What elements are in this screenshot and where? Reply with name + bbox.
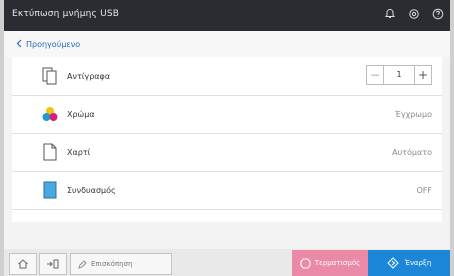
paper-label: Χαρτί (67, 148, 91, 157)
color-icon (41, 105, 59, 123)
bell-icon[interactable] (380, 4, 400, 24)
copies-label: Αντίγραφα (67, 72, 111, 81)
setting-row-combine[interactable]: Συνδυασμός OFF (12, 171, 442, 210)
touch-screen: Εκτύπωση μνήμης USB Προηγούμενο Αντίγραφ… (4, 0, 450, 276)
copies-value[interactable]: 1 (384, 65, 414, 85)
bottom-bar: Επισκόπηση Τερματισμός Έναρξη (4, 249, 450, 276)
preview-label: Επισκόπηση (91, 260, 133, 268)
back-button[interactable]: Προηγούμενο (4, 31, 450, 57)
stop-button[interactable]: Τερματισμός (292, 250, 368, 276)
combine-label: Συνδυασμός (67, 186, 116, 195)
combine-value: OFF (416, 186, 433, 195)
setting-row-copies[interactable]: Αντίγραφα − 1 + (12, 57, 442, 96)
start-label: Έναρξη (404, 259, 432, 267)
job-list-button[interactable] (39, 253, 67, 275)
pencil-icon (77, 255, 87, 274)
copies-icon (41, 67, 59, 85)
decrement-button[interactable]: − (366, 65, 384, 85)
setting-row-paper[interactable]: Χαρτί Αυτόματο (12, 133, 442, 172)
color-label: Χρώμα (67, 110, 95, 119)
home-button[interactable] (9, 253, 37, 275)
paper-value: Αυτόματο (392, 148, 432, 157)
settings-list: Αντίγραφα − 1 + Χρώμα Έγχρωμο Χαρτί Αυτό… (12, 57, 442, 222)
settings-icon[interactable] (404, 4, 424, 24)
title-bar: Εκτύπωση μνήμης USB (4, 0, 450, 31)
start-icon (387, 254, 399, 273)
setting-row-color[interactable]: Χρώμα Έγχρωμο (12, 95, 442, 134)
copies-stepper: − 1 + (366, 65, 432, 85)
stop-icon (300, 254, 311, 273)
stop-label: Τερματισμός (314, 259, 361, 267)
combine-icon (41, 181, 59, 199)
job-list-icon (46, 255, 60, 274)
paper-icon (41, 143, 59, 161)
preview-button[interactable]: Επισκόπηση (70, 253, 172, 275)
home-icon (17, 255, 29, 274)
color-value: Έγχρωμο (394, 110, 432, 119)
page-title: Εκτύπωση μνήμης USB (12, 9, 120, 19)
title-icons (380, 4, 448, 24)
help-icon[interactable] (428, 4, 448, 24)
start-button[interactable]: Έναρξη (368, 250, 450, 276)
increment-button[interactable]: + (414, 65, 432, 85)
back-label: Προηγούμενο (26, 40, 81, 49)
device-frame: Εκτύπωση μνήμης USB Προηγούμενο Αντίγραφ… (0, 0, 454, 276)
chevron-left-icon (16, 39, 22, 50)
